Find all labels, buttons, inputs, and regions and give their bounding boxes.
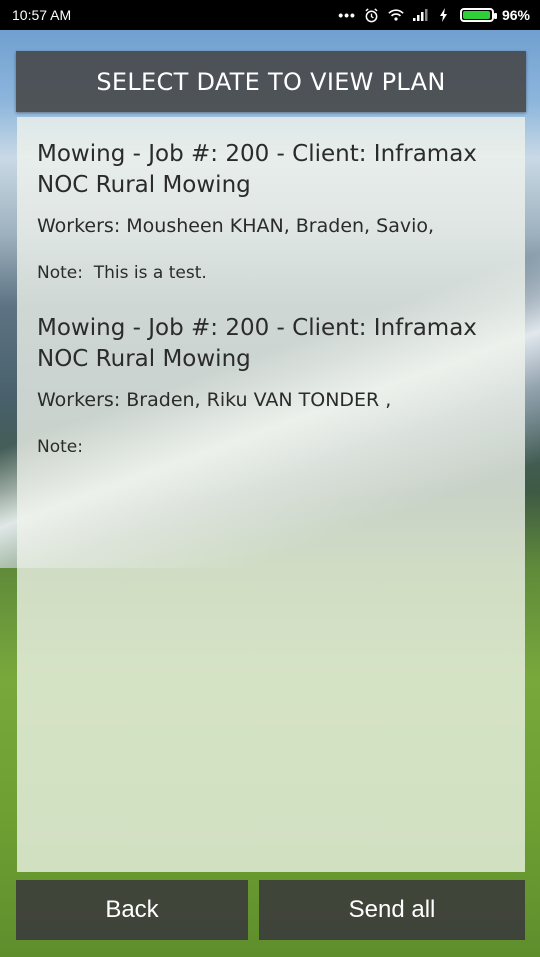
- job-title: Mowing - Job #: 200 - Client: Inframax N…: [37, 315, 477, 372]
- battery-icon: [459, 8, 497, 22]
- job-note: Note:: [37, 437, 83, 457]
- back-button[interactable]: Back: [16, 880, 248, 940]
- select-date-header-button[interactable]: SELECT DATE TO VIEW PLAN: [16, 51, 526, 112]
- status-icons: ••• 96%: [338, 7, 530, 23]
- plan-list-panel[interactable]: Mowing - Job #: 200 - Client: Inframax N…: [17, 117, 525, 872]
- signal-icon: [412, 8, 428, 22]
- job-item[interactable]: Mowing - Job #: 200 - Client: Inframax N…: [37, 139, 505, 285]
- header-title: SELECT DATE TO VIEW PLAN: [96, 67, 446, 96]
- job-note: Note: This is a test.: [37, 263, 207, 283]
- alarm-icon: [364, 7, 380, 22]
- more-dots-icon: •••: [338, 7, 356, 23]
- job-item[interactable]: Mowing - Job #: 200 - Client: Inframax N…: [37, 313, 505, 459]
- battery-level-fill: [462, 11, 490, 19]
- send-all-button[interactable]: Send all: [259, 880, 525, 940]
- battery-percent: 96%: [501, 7, 530, 23]
- charging-icon: [436, 8, 452, 22]
- job-title: Mowing - Job #: 200 - Client: Inframax N…: [37, 141, 477, 198]
- status-bar: 10:57 AM ••• 96%: [0, 0, 540, 30]
- status-time: 10:57 AM: [12, 7, 72, 23]
- wifi-icon: [388, 8, 404, 22]
- job-workers: Workers: Mousheen KHAN, Braden, Savio,: [37, 215, 435, 237]
- job-workers: Workers: Braden, Riku VAN TONDER ,: [37, 389, 392, 411]
